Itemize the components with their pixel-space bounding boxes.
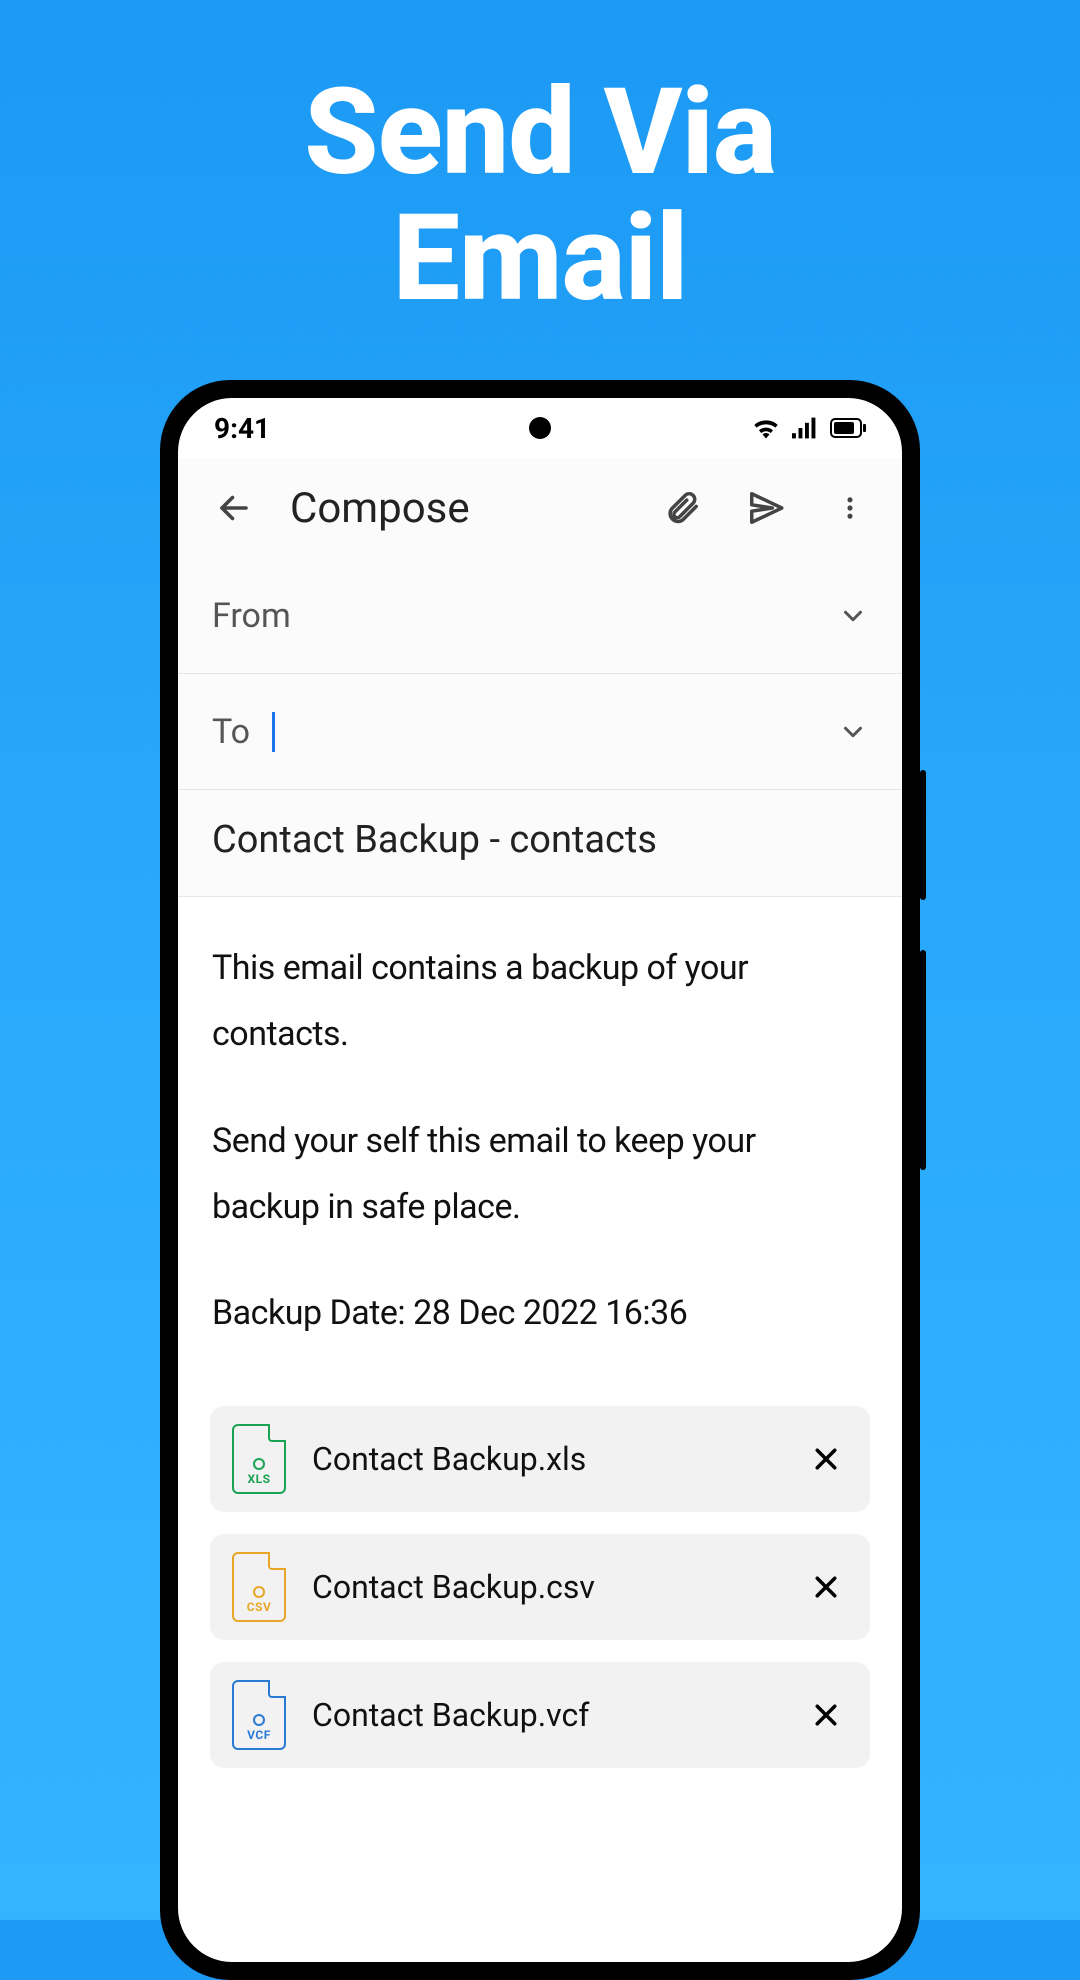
- text-cursor: [272, 712, 275, 752]
- chevron-down-icon: [838, 601, 868, 631]
- close-icon: [811, 1700, 841, 1730]
- send-button[interactable]: [738, 480, 794, 536]
- phone-side-button: [920, 770, 926, 900]
- to-field[interactable]: To: [178, 674, 902, 790]
- remove-attachment-button[interactable]: [804, 1437, 848, 1481]
- body-paragraph: Send your self this email to keep your b…: [212, 1108, 868, 1241]
- status-time: 9:41: [214, 412, 270, 445]
- attachment-item[interactable]: CSV Contact Backup.csv: [210, 1534, 870, 1640]
- file-xls-icon: XLS: [232, 1424, 286, 1494]
- attachment-item[interactable]: VCF Contact Backup.vcf: [210, 1662, 870, 1768]
- more-vertical-icon: [836, 492, 864, 524]
- close-icon: [811, 1444, 841, 1474]
- file-vcf-icon: VCF: [232, 1680, 286, 1750]
- battery-icon: [830, 418, 866, 438]
- body-paragraph: This email contains a backup of your con…: [212, 935, 868, 1068]
- attachment-name: Contact Backup.xls: [312, 1439, 778, 1479]
- file-csv-icon: CSV: [232, 1552, 286, 1622]
- phone-frame: 9:41 Compose From: [160, 380, 920, 1980]
- wifi-icon: [752, 417, 780, 439]
- phone-side-button: [920, 950, 926, 1170]
- close-icon: [811, 1572, 841, 1602]
- chevron-down-icon: [838, 717, 868, 747]
- attachments-list: XLS Contact Backup.xls CSV Contact Backu…: [178, 1406, 902, 1768]
- signal-icon: [792, 417, 818, 439]
- send-icon: [747, 489, 785, 527]
- more-options-button[interactable]: [822, 480, 878, 536]
- from-label: From: [212, 596, 291, 636]
- from-field[interactable]: From: [178, 558, 902, 674]
- subject-field[interactable]: Contact Backup - contacts: [178, 790, 902, 897]
- remove-attachment-button[interactable]: [804, 1693, 848, 1737]
- status-bar: 9:41: [178, 398, 902, 458]
- promo-line-1: Send Via: [0, 70, 1080, 196]
- phone-screen: 9:41 Compose From: [178, 398, 902, 1962]
- email-body[interactable]: This email contains a backup of your con…: [178, 897, 902, 1406]
- camera-dot: [529, 417, 551, 439]
- remove-attachment-button[interactable]: [804, 1565, 848, 1609]
- attachment-name: Contact Backup.csv: [312, 1567, 778, 1607]
- to-label: To: [212, 712, 250, 752]
- paperclip-icon: [663, 489, 701, 527]
- arrow-left-icon: [216, 490, 252, 526]
- attach-button[interactable]: [654, 480, 710, 536]
- status-icons: [752, 417, 866, 439]
- backup-date-line: Backup Date: 28 Dec 2022 16:36: [212, 1280, 868, 1346]
- promo-title: Send Via Email: [0, 0, 1080, 322]
- attachment-item[interactable]: XLS Contact Backup.xls: [210, 1406, 870, 1512]
- back-button[interactable]: [206, 480, 262, 536]
- attachment-name: Contact Backup.vcf: [312, 1695, 778, 1735]
- compose-app-bar: Compose: [178, 458, 902, 558]
- promo-line-2: Email: [0, 196, 1080, 322]
- app-bar-title: Compose: [290, 484, 626, 533]
